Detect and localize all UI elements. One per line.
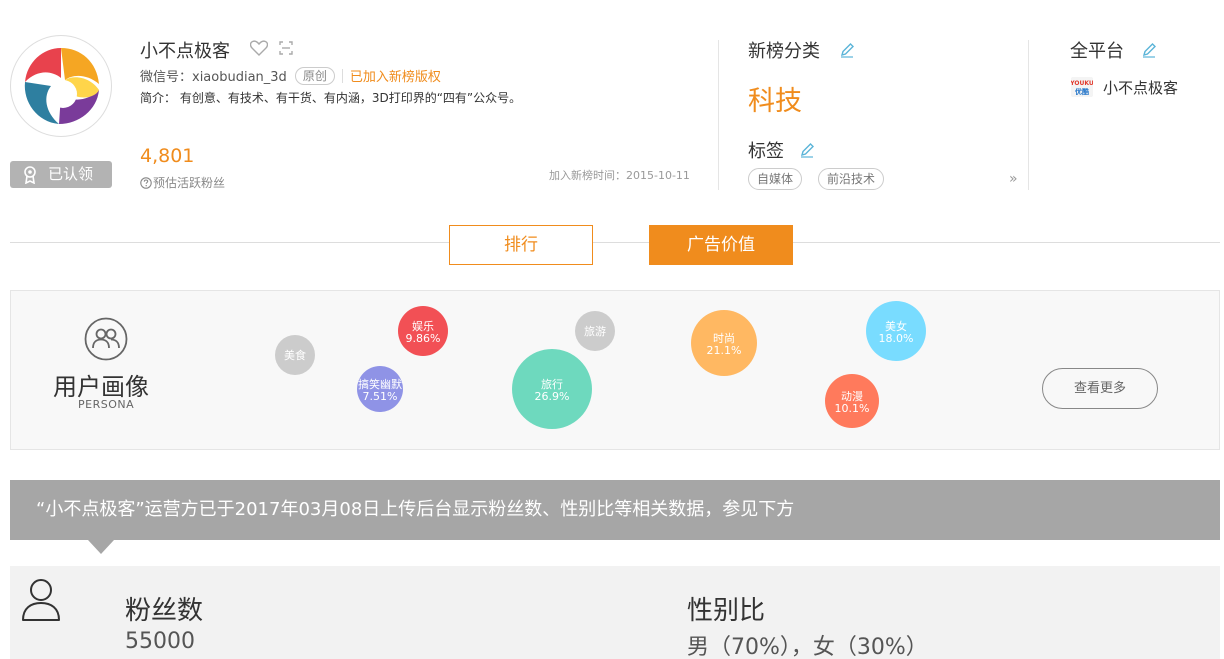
column-divider xyxy=(718,40,719,190)
bubble-label: 旅游 xyxy=(584,324,606,338)
edit-pencil-icon[interactable] xyxy=(799,142,815,158)
bubble-label: 旅行 xyxy=(541,377,563,391)
bubble-label: 动漫 xyxy=(841,389,863,403)
edit-pencil-icon[interactable] xyxy=(839,42,855,58)
claimed-badge: 已认领 xyxy=(10,161,112,188)
platform-account-name[interactable]: 小不点极客 xyxy=(1103,77,1178,98)
tags-more-icon[interactable]: » xyxy=(1009,171,1018,187)
category-title: 新榜分类 xyxy=(748,41,820,62)
account-intro: 简介： 有创意、有技术、有干货、有内涵，3D打印界的“四有”公众号。 xyxy=(140,91,522,105)
see-more-button[interactable]: 查看更多 xyxy=(1042,368,1158,409)
svg-text:YOUKU: YOUKU xyxy=(1071,80,1093,87)
interest-bubble[interactable]: 动漫10.1% xyxy=(825,374,879,428)
active-fans-label: 预估活跃粉丝 xyxy=(153,176,226,190)
account-avatar xyxy=(10,35,112,137)
platform-title: 全平台 xyxy=(1070,41,1124,62)
edit-pencil-icon[interactable] xyxy=(1141,42,1157,58)
bubble-label: 时尚 xyxy=(713,331,735,345)
scan-icon[interactable] xyxy=(279,41,293,55)
bubble-value: 9.86% xyxy=(406,332,441,345)
fans-count-value: 55000 xyxy=(125,629,195,654)
persona-panel: 用户画像 PERSONA 美食 娱乐 9.86% 搞笑幽默 7.51% 旅游 旅行 26.9%… xyxy=(10,290,1220,450)
heart-icon[interactable] xyxy=(250,40,268,56)
wechat-id-line: 微信号：xiaobudian_3d 原创 已加入新榜版权 xyxy=(140,66,441,85)
category-value: 科技 xyxy=(748,86,802,117)
award-icon xyxy=(24,166,36,184)
column-divider xyxy=(1028,40,1029,190)
gender-ratio-value: 男（70%），女（30%） xyxy=(687,635,928,659)
interest-bubble[interactable]: 娱乐9.86% xyxy=(398,306,448,356)
youku-label: 优酷 xyxy=(1075,87,1089,96)
question-icon[interactable] xyxy=(140,176,152,189)
tab-ad-value[interactable]: 广告价值 xyxy=(649,225,793,265)
bubble-value: 21.1% xyxy=(707,344,742,357)
interest-bubble[interactable]: 搞笑幽默7.51% xyxy=(357,366,403,412)
interest-bubble[interactable]: 旅游 xyxy=(575,311,615,351)
wechat-id: 微信号：xiaobudian_3d xyxy=(140,70,287,85)
bubble-label: 美食 xyxy=(284,348,306,362)
claimed-label: 已认领 xyxy=(48,165,94,183)
tabs-divider xyxy=(10,242,1220,243)
tab-rank[interactable]: 排行 xyxy=(449,225,593,265)
upload-notice-banner: “小不点极客”运营方已于2017年03月08日上传后台显示粉丝数、性别比等相关数… xyxy=(10,480,1220,540)
banner-pointer xyxy=(88,540,114,554)
bubble-value: 7.51% xyxy=(363,390,398,403)
interest-bubble[interactable]: 时尚21.1% xyxy=(691,310,757,376)
avatar-logo-icon xyxy=(12,37,110,135)
bubble-label: 搞笑幽默 xyxy=(358,377,402,391)
tags-title: 标签 xyxy=(748,141,784,162)
gender-ratio-label: 性别比 xyxy=(687,596,766,626)
divider xyxy=(341,68,343,83)
stats-panel: 粉丝数 55000 性别比 男（70%），女（30%） xyxy=(10,566,1220,659)
original-tag: 原创 xyxy=(294,66,335,85)
tag-pill[interactable]: 自媒体 xyxy=(748,168,803,190)
youku-logo-icon: YOUKU 优酷 xyxy=(1071,77,1093,97)
interest-bubble-chart: 美食 娱乐9.86% 搞笑幽默7.51% 旅游旅行26.9% 时尚21.1% 动漫10.1… xyxy=(275,301,926,429)
account-name: 小不点极客 xyxy=(140,41,230,62)
interest-bubble[interactable]: 美女18.0% xyxy=(866,301,926,361)
user-icon xyxy=(22,579,60,621)
join-time: 加入新榜时间：2015-10-11 xyxy=(549,169,690,182)
bubble-value: 26.9% xyxy=(535,390,570,403)
active-fans-label-row: 预估活跃粉丝 xyxy=(140,174,225,191)
interest-bubble[interactable]: 美食 xyxy=(275,335,315,375)
tag-pill[interactable]: 前沿技术 xyxy=(818,168,885,190)
bubble-label: 娱乐 xyxy=(412,319,434,333)
copyright-link[interactable]: 已加入新榜版权 xyxy=(350,66,441,85)
bubble-value: 18.0% xyxy=(879,332,914,345)
interest-bubble[interactable]: 旅行26.9% xyxy=(512,349,592,429)
bubble-value: 10.1% xyxy=(835,402,870,415)
bubble-label: 美女 xyxy=(885,319,907,333)
fans-count-label: 粉丝数 xyxy=(125,596,204,626)
active-fans-count: 4,801 xyxy=(140,145,195,167)
